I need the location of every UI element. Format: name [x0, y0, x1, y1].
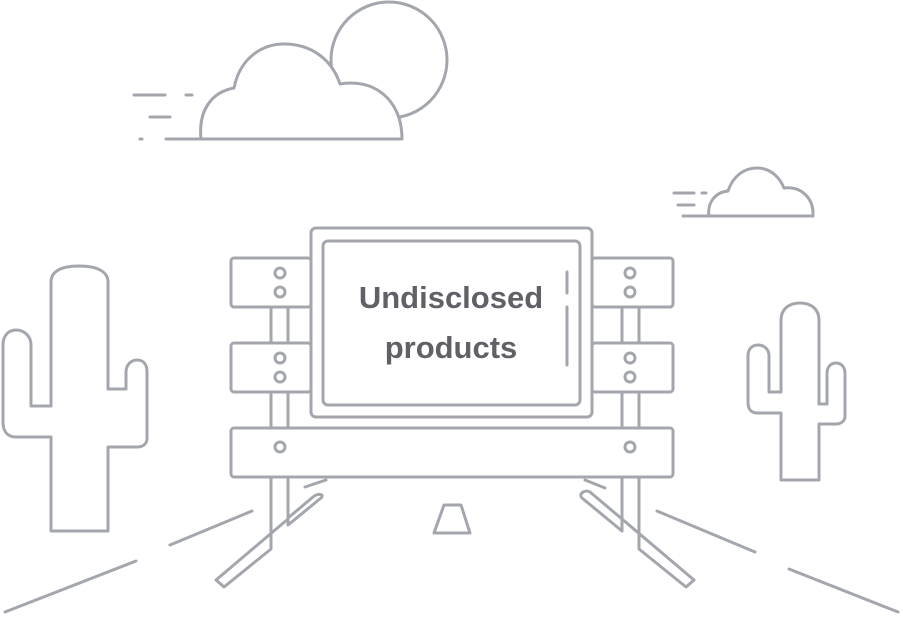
- cloud-icon: [672, 166, 815, 218]
- cactus-icon: [746, 301, 847, 482]
- sign-title-line2: products: [385, 330, 518, 365]
- road-icon: [3, 478, 900, 614]
- cloud-icon: [132, 42, 404, 141]
- empty-state-illustration: Undisclosed products: [1, 0, 900, 614]
- cactus-icon: [1, 264, 149, 533]
- sign-title-line1: Undisclosed: [359, 280, 543, 315]
